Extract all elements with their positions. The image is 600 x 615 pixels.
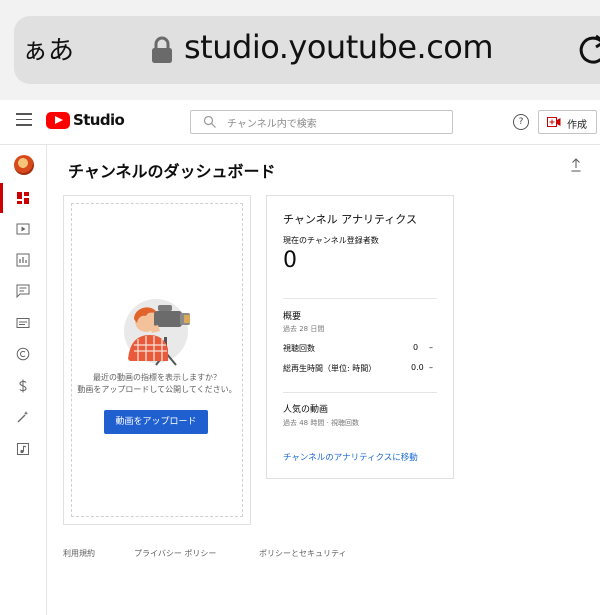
analytics-icon — [16, 253, 30, 267]
upload-prompt-line1: 最近の動画の指標を表示しますか？ — [93, 373, 221, 382]
upload-video-button[interactable]: 動画をアップロード — [104, 410, 208, 434]
subscribers-count: 0 — [283, 248, 297, 273]
studio-logo-text[interactable]: Studio — [73, 111, 125, 129]
create-button[interactable]: 作成 — [538, 110, 597, 134]
page-title: チャンネルのダッシュボード — [68, 162, 276, 181]
watch-time-label: 総再生時間（単位: 時間） — [283, 364, 377, 373]
upload-prompt: 最近の動画の指標を表示しますか？ 動画をアップロードして公開してください。 — [68, 372, 246, 396]
summary-title: 概要 — [283, 312, 302, 322]
policy-safety-link[interactable]: ポリシーとセキュリティ — [259, 548, 347, 559]
search-icon — [203, 115, 216, 128]
search-placeholder: チャンネル内で検索 — [227, 119, 317, 130]
divider — [283, 392, 437, 393]
create-video-icon — [547, 117, 561, 127]
go-to-analytics-link[interactable]: チャンネルのアナリティクスに移動 — [283, 451, 418, 463]
views-delta: – — [429, 343, 433, 352]
watch-time-value: 0.0 — [411, 363, 424, 372]
nav-dashboard[interactable] — [0, 183, 46, 213]
privacy-policy-link[interactable]: プライバシー ポリシー — [134, 548, 216, 559]
nav-customization[interactable] — [0, 402, 46, 432]
content-icon — [16, 223, 30, 235]
channel-avatar[interactable] — [14, 155, 34, 175]
divider — [283, 298, 437, 299]
nav-comments[interactable] — [0, 276, 46, 306]
text-size-button[interactable]: ぁあ — [22, 30, 74, 67]
views-value: 0 — [413, 343, 419, 352]
reload-icon[interactable] — [576, 30, 600, 68]
search-input[interactable]: チャンネル内で検索 — [190, 110, 453, 134]
nav-audio-library[interactable] — [0, 434, 46, 464]
hamburger-menu-icon[interactable] — [16, 113, 32, 129]
upload-arrow-icon[interactable] — [570, 158, 582, 172]
nav-analytics[interactable] — [0, 245, 46, 275]
copyright-icon — [16, 347, 30, 361]
watch-time-delta: – — [429, 363, 433, 372]
create-label: 作成 — [567, 120, 587, 131]
views-label: 視聴回数 — [283, 344, 315, 353]
channel-analytics-card: チャンネル アナリティクス 現在のチャンネル登録者数 0 概要 過去 28 日間… — [266, 195, 454, 479]
url-text[interactable]: studio.youtube.com — [184, 28, 494, 66]
comments-icon — [16, 284, 30, 298]
nav-monetization[interactable] — [0, 371, 46, 401]
top-videos-period: 過去 48 時間 · 視聴回数 — [283, 419, 360, 427]
analytics-card-title: チャンネル アナリティクス — [283, 213, 417, 226]
terms-link[interactable]: 利用規約 — [63, 548, 95, 559]
dollar-icon — [19, 379, 27, 393]
subtitles-icon — [16, 318, 30, 328]
summary-period: 過去 28 日間 — [283, 325, 325, 333]
top-videos-title: 人気の動画 — [283, 405, 329, 415]
upload-video-card: 最近の動画の指標を表示しますか？ 動画をアップロードして公開してください。 動画… — [63, 195, 251, 525]
nav-copyright[interactable] — [0, 339, 46, 369]
nav-content[interactable] — [0, 214, 46, 244]
left-nav-rail — [0, 145, 47, 615]
help-icon[interactable]: ? — [513, 114, 529, 130]
browser-toolbar: ぁあ studio.youtube.com — [0, 0, 600, 100]
audio-library-icon — [17, 443, 29, 455]
camera-operator-illustration — [124, 299, 190, 366]
magic-wand-icon — [17, 411, 29, 423]
nav-subtitles[interactable] — [0, 308, 46, 338]
youtube-logo-icon[interactable] — [46, 112, 70, 129]
studio-header: Studio チャンネル内で検索 ? 作成 — [0, 100, 600, 145]
lock-icon — [152, 36, 172, 63]
dashboard-icon — [17, 192, 29, 204]
upload-prompt-line2: 動画をアップロードして公開してください。 — [77, 385, 237, 394]
subscribers-label: 現在のチャンネル登録者数 — [283, 236, 379, 245]
